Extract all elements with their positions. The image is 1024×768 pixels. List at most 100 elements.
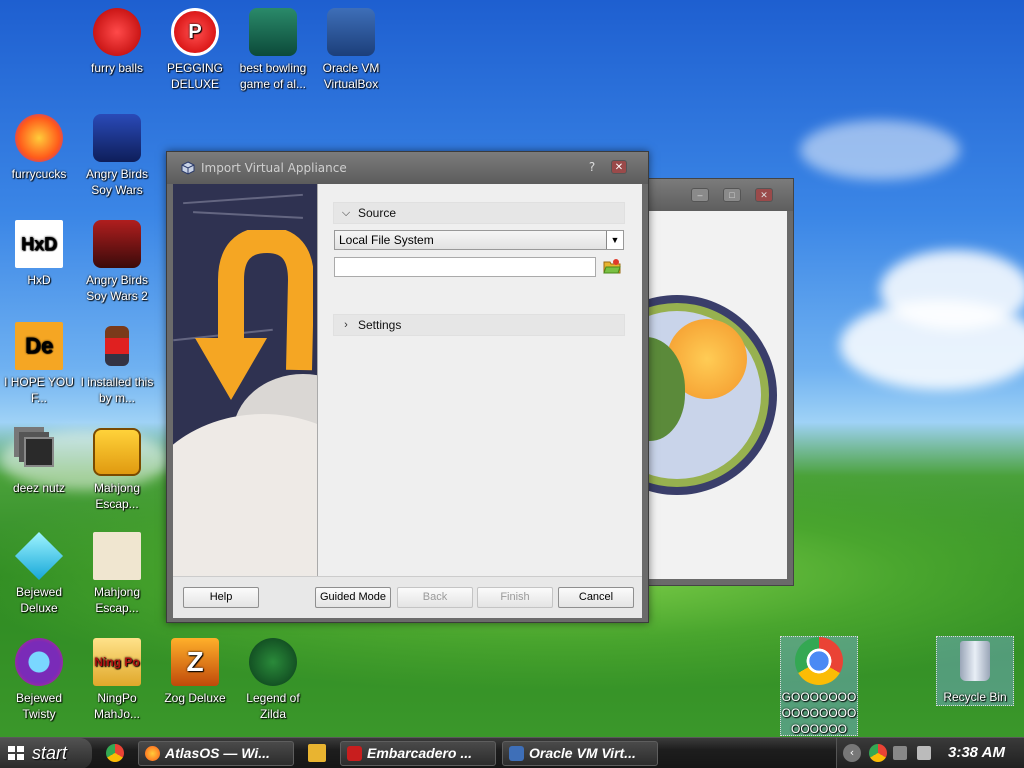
desktop-icon-deez-nutz[interactable]: deez nutz xyxy=(0,428,78,496)
source-header-label: Source xyxy=(358,206,397,220)
source-select[interactable]: Local File System ▼ xyxy=(334,230,624,250)
desktop-icon-label: Mahjong Escap... xyxy=(93,481,141,511)
firefox-icon xyxy=(145,746,160,761)
taskbar-item-label: AtlasOS — Wi... xyxy=(165,745,270,761)
close-icon[interactable]: ✕ xyxy=(755,188,773,202)
wallpaper-cloud xyxy=(880,250,1024,330)
chevron-down-icon: ⌵ xyxy=(341,206,351,219)
chevron-left-icon[interactable]: ‹ xyxy=(843,744,861,762)
desktop-icon-pegging-deluxe[interactable]: P PEGGING DELUXE xyxy=(156,8,234,92)
angry-birds-2-icon xyxy=(93,220,141,268)
taskbar-item-embarcadero[interactable]: Embarcadero ... xyxy=(340,741,496,766)
de-icon: De xyxy=(15,322,63,370)
desktop-icon-label: Angry Birds Soy Wars xyxy=(85,167,149,197)
taskbar-clock: 3:38 AM xyxy=(948,744,1005,761)
torii-icon xyxy=(93,532,141,580)
desktop-icon-furry-balls[interactable]: furry balls xyxy=(78,8,156,76)
minimize-icon[interactable]: – xyxy=(691,188,709,202)
gem-icon xyxy=(14,531,64,581)
stack-icon xyxy=(15,428,63,476)
desktop-icon-label: Oracle VM VirtualBox xyxy=(322,61,380,91)
virtualbox-icon xyxy=(181,161,195,175)
wizard-sidebar-image xyxy=(173,184,318,576)
desktop-icon-label: Recycle Bin xyxy=(943,690,1007,704)
file-path-input[interactable] xyxy=(334,257,596,277)
character-icon xyxy=(93,322,141,370)
desktop-icon-label: Mahjong Escap... xyxy=(93,585,141,615)
cancel-button[interactable]: Cancel xyxy=(558,587,634,608)
folder-open-icon[interactable] xyxy=(603,258,621,275)
start-label: start xyxy=(32,743,68,763)
pegging-icon: P xyxy=(171,8,219,56)
desktop-icon-mahjong-escape[interactable]: Mahjong Escap... xyxy=(78,428,156,512)
desktop-icon-bejewed-deluxe[interactable]: Bejewed Deluxe xyxy=(0,531,78,616)
chrome-quicklaunch-icon[interactable] xyxy=(106,744,124,762)
chrome-tray-icon[interactable] xyxy=(869,744,887,762)
desktop-icon-hxd[interactable]: HxD HxD xyxy=(0,220,78,288)
source-section-header[interactable]: ⌵ Source xyxy=(333,202,625,224)
desktop-icon-label: I installed this by m... xyxy=(80,375,154,405)
desktop-icon-label: Zog Deluxe xyxy=(164,691,226,705)
desktop-icon-ningpo-mahjong[interactable]: Ning Po NingPo MahJo... xyxy=(78,638,156,722)
desktop-icon-i-installed[interactable]: I installed this by m... xyxy=(78,322,156,406)
dialog-content: ⌵ Source Local File System ▼ › Settings … xyxy=(173,184,642,618)
desktop-icon-label: GOOOOOOOOOOOOOOOOOOOOO xyxy=(781,690,857,736)
desktop-icon-furrycucks[interactable]: furrycucks xyxy=(0,114,78,182)
desktop-icon-label: Angry Birds Soy Wars 2 xyxy=(85,273,149,303)
desktop-icon-label: best bowling game of al... xyxy=(239,61,307,91)
chevron-down-icon[interactable]: ▼ xyxy=(606,231,623,249)
finish-button[interactable]: Finish xyxy=(477,587,553,608)
desktop-icon-label: Bejewed Deluxe xyxy=(15,585,63,615)
desktop-icon-i-hope-you[interactable]: De I HOPE YOU F... xyxy=(0,322,78,406)
desktop-icon-label: I HOPE YOU F... xyxy=(4,375,74,405)
desktop-icon-label: Legend of Zilda xyxy=(246,691,300,721)
chevron-right-icon: › xyxy=(344,319,348,331)
desktop-icon-label: deez nutz xyxy=(12,481,66,495)
hxd-icon: HxD xyxy=(15,220,63,268)
desktop-icon-recycle-bin[interactable]: Recycle Bin xyxy=(936,636,1014,706)
desktop-icon-chrome[interactable]: GOOOOOOOOOOOOOOOOOOOOO xyxy=(780,636,858,736)
desktop-icon-label: NingPo MahJo... xyxy=(93,691,141,721)
volume-icon[interactable] xyxy=(917,746,931,760)
ningpo-icon: Ning Po xyxy=(93,638,141,686)
guided-mode-button[interactable]: Guided Mode xyxy=(315,587,391,608)
close-icon[interactable]: ✕ xyxy=(611,160,627,174)
taskbar-item-virtualbox[interactable]: Oracle VM Virt... xyxy=(502,741,658,766)
folder-quicklaunch-icon[interactable] xyxy=(308,744,326,762)
desktop-icon-bejewed-twisty[interactable]: Bejewed Twisty xyxy=(0,638,78,722)
network-icon[interactable] xyxy=(893,746,907,760)
bowling-icon xyxy=(249,8,297,56)
angry-birds-icon xyxy=(93,114,141,162)
desktop-icon-mahjong-escape-2[interactable]: Mahjong Escap... xyxy=(78,532,156,616)
dialog-titlebar[interactable]: Import Virtual Appliance ? ✕ xyxy=(167,152,648,184)
settings-header-label: Settings xyxy=(358,318,402,332)
desktop-icon-label: HxD xyxy=(27,273,51,287)
virtualbox-icon xyxy=(509,746,524,761)
desktop-icon-angry-birds-soy-wars[interactable]: Angry Birds Soy Wars xyxy=(78,114,156,198)
virtualbox-icon xyxy=(327,8,375,56)
furry-balls-icon xyxy=(93,8,141,56)
taskbar-item-firefox[interactable]: AtlasOS — Wi... xyxy=(138,741,294,766)
settings-section-header[interactable]: › Settings xyxy=(333,314,625,336)
chrome-icon xyxy=(795,637,843,685)
maximize-icon[interactable]: □ xyxy=(723,188,741,202)
twisty-icon xyxy=(15,638,63,686)
embarcadero-icon xyxy=(347,746,362,761)
import-appliance-dialog[interactable]: Import Virtual Appliance ? ✕ ⌵ Source Lo… xyxy=(166,151,649,623)
desktop-icon-zog-deluxe[interactable]: Z Zog Deluxe xyxy=(156,638,234,706)
help-icon[interactable]: ? xyxy=(585,160,599,174)
desktop-icon-legend-of-zilda[interactable]: Legend of Zilda xyxy=(234,638,312,722)
desktop-icon-label: Bejewed Twisty xyxy=(15,691,63,721)
start-button[interactable]: start xyxy=(0,738,92,768)
taskbar-item-label: Embarcadero ... xyxy=(367,745,473,761)
dialog-title: Import Virtual Appliance xyxy=(201,161,347,175)
desktop-icon-bowling[interactable]: best bowling game of al... xyxy=(234,8,312,92)
desktop-icon-virtualbox[interactable]: Oracle VM VirtualBox xyxy=(312,8,390,92)
dialog-footer: Help Guided Mode Back Finish Cancel xyxy=(173,576,642,618)
desktop-icon-label: furry balls xyxy=(90,61,143,75)
back-button[interactable]: Back xyxy=(397,587,473,608)
desktop-icon-angry-birds-soy-wars-2[interactable]: Angry Birds Soy Wars 2 xyxy=(78,220,156,304)
desktop-icon-label: PEGGING DELUXE xyxy=(166,61,223,91)
wallpaper-cloud xyxy=(800,120,960,180)
help-button[interactable]: Help xyxy=(183,587,259,608)
